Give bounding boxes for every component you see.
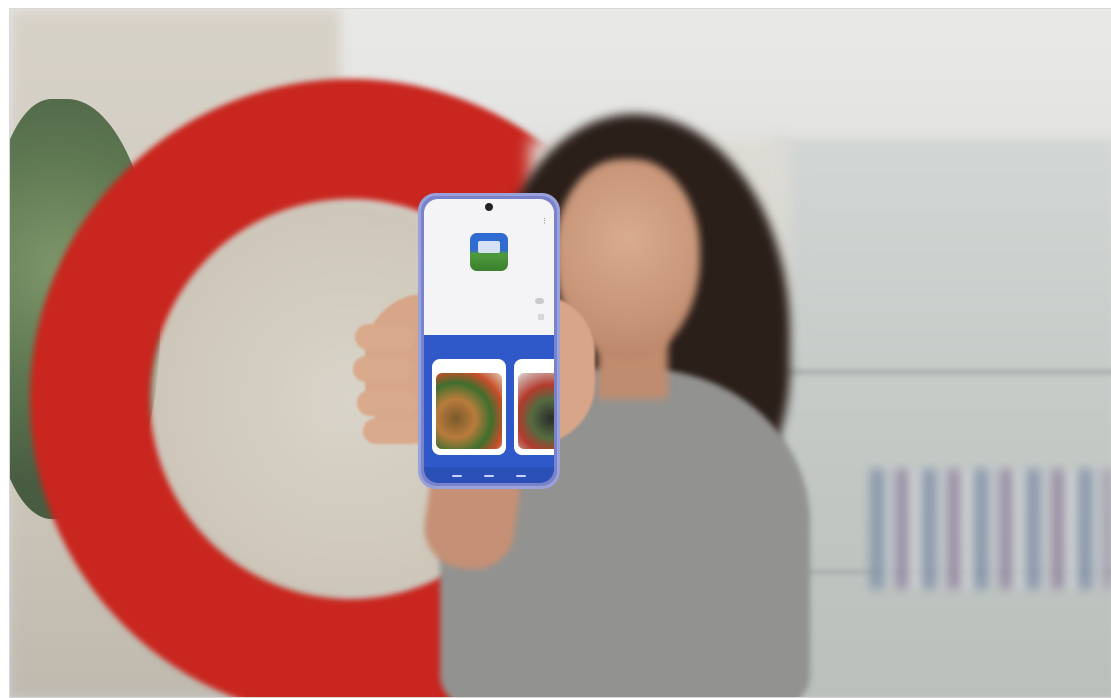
feature-card[interactable] bbox=[432, 359, 506, 455]
nav-back-icon[interactable] bbox=[452, 475, 462, 477]
photo-frame: ⋮ bbox=[9, 8, 1111, 698]
product-bottles bbox=[870, 469, 1110, 589]
nav-recent-icon[interactable] bbox=[516, 475, 526, 477]
bottom-nav-bar bbox=[424, 467, 554, 483]
featured-section bbox=[424, 335, 554, 483]
app-logo-icon bbox=[470, 233, 508, 271]
glass-shelves bbox=[770, 139, 1111, 697]
toggle-switch[interactable] bbox=[535, 298, 544, 304]
finger bbox=[355, 324, 415, 350]
finger bbox=[363, 418, 423, 444]
smartphone: ⋮ bbox=[418, 193, 560, 489]
shelf-line bbox=[770, 369, 1111, 375]
menu-icon[interactable]: ⋮ bbox=[541, 217, 548, 225]
phone-screen: ⋮ bbox=[424, 199, 554, 483]
settings-row[interactable] bbox=[434, 297, 544, 307]
front-camera bbox=[485, 203, 493, 211]
nav-home-icon[interactable] bbox=[484, 475, 494, 477]
finger bbox=[357, 390, 417, 416]
card-image bbox=[518, 373, 554, 449]
settings-row[interactable] bbox=[434, 313, 544, 323]
finger bbox=[353, 356, 413, 382]
checkbox-icon[interactable] bbox=[538, 314, 544, 320]
card-image bbox=[436, 373, 502, 449]
feature-card[interactable] bbox=[514, 359, 554, 455]
